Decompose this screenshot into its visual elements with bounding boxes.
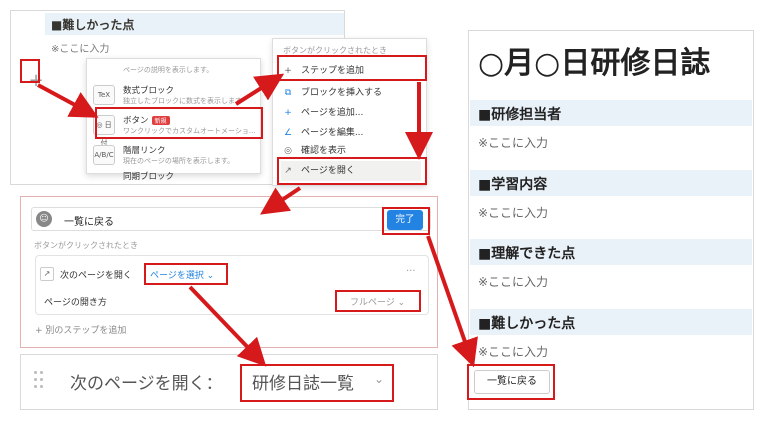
- highlight-back-button: [467, 364, 555, 400]
- plus-icon: +: [284, 107, 292, 118]
- highlight-select-page: [144, 263, 228, 285]
- menu-item-title: 同期ブロック: [123, 172, 175, 182]
- menu-item-add-page[interactable]: + ページを追加...: [281, 103, 421, 123]
- heading-learning-content: ■学習内容: [470, 170, 752, 196]
- more-options-icon[interactable]: ···: [406, 266, 416, 277]
- highlight-plus: [20, 59, 40, 83]
- menu-item-edit-page[interactable]: ∠ ページを編集...: [281, 123, 421, 143]
- confirm-icon: ◎: [284, 145, 292, 156]
- page-title: ○月○日研修日誌: [478, 46, 711, 81]
- heading-difficult-points: ■難しかった点: [470, 309, 752, 335]
- placeholder-learning-content[interactable]: ※ここに入力: [478, 204, 548, 221]
- heading-understood-points: ■理解できた点: [470, 239, 752, 265]
- button-name-text[interactable]: 一覧に戻る: [64, 213, 114, 228]
- placeholder-understood-points[interactable]: ※ここに入力: [478, 273, 548, 290]
- edit-icon: ∠: [283, 127, 293, 138]
- copy-icon: ⧉: [284, 87, 292, 98]
- menu-item-desc: 独立したブロックに数式を表示します: [123, 97, 242, 105]
- menu-item-desc: 現在のページの場所を表示します。: [123, 157, 235, 165]
- highlight-open-page: [277, 157, 427, 185]
- menu-item-math-block[interactable]: TeX 数式ブロック 独立したブロックに数式を表示します: [87, 81, 262, 109]
- highlight-button-item: [95, 107, 263, 139]
- emoji-icon[interactable]: ☺: [36, 211, 52, 227]
- heading-instructor: ■研修担当者: [470, 100, 752, 126]
- drag-handle-icon[interactable]: [34, 371, 44, 391]
- action-label-large: 次のページを開く：: [70, 374, 223, 394]
- highlight-add-step: [277, 55, 427, 81]
- tex-icon: TeX: [93, 85, 115, 105]
- menu-item-title: 数式ブロック: [123, 86, 175, 96]
- action-label: 次のページを開く: [60, 271, 132, 281]
- heading-difficult-points: ■難しかった点: [45, 13, 344, 35]
- highlight-done: [382, 207, 430, 235]
- placeholder-difficult-points[interactable]: ※ここに入力: [478, 343, 548, 360]
- open-mode-label: ページの開き方: [44, 298, 107, 308]
- highlight-selected-page: [240, 364, 394, 402]
- trigger-label: ボタンがクリックされたとき: [34, 241, 138, 250]
- highlight-open-mode: [335, 290, 421, 312]
- placeholder-instructor[interactable]: ※ここに入力: [478, 134, 548, 151]
- menu-item-title: 階層リンク: [123, 146, 166, 156]
- menu-item-breadcrumb[interactable]: A/B/C 階層リンク 現在のページの場所を表示します。: [87, 141, 262, 169]
- placeholder-text[interactable]: ※ここに入力: [51, 40, 109, 55]
- menu-item-insert-block[interactable]: ⧉ ブロックを挿入する: [281, 83, 421, 103]
- add-another-step-button[interactable]: + 別のステップを追加: [35, 323, 126, 336]
- menu-item-synced-block[interactable]: 同期ブロック: [87, 167, 262, 195]
- breadcrumb-icon: A/B/C: [93, 145, 115, 165]
- open-arrow-icon: ↗: [40, 267, 54, 281]
